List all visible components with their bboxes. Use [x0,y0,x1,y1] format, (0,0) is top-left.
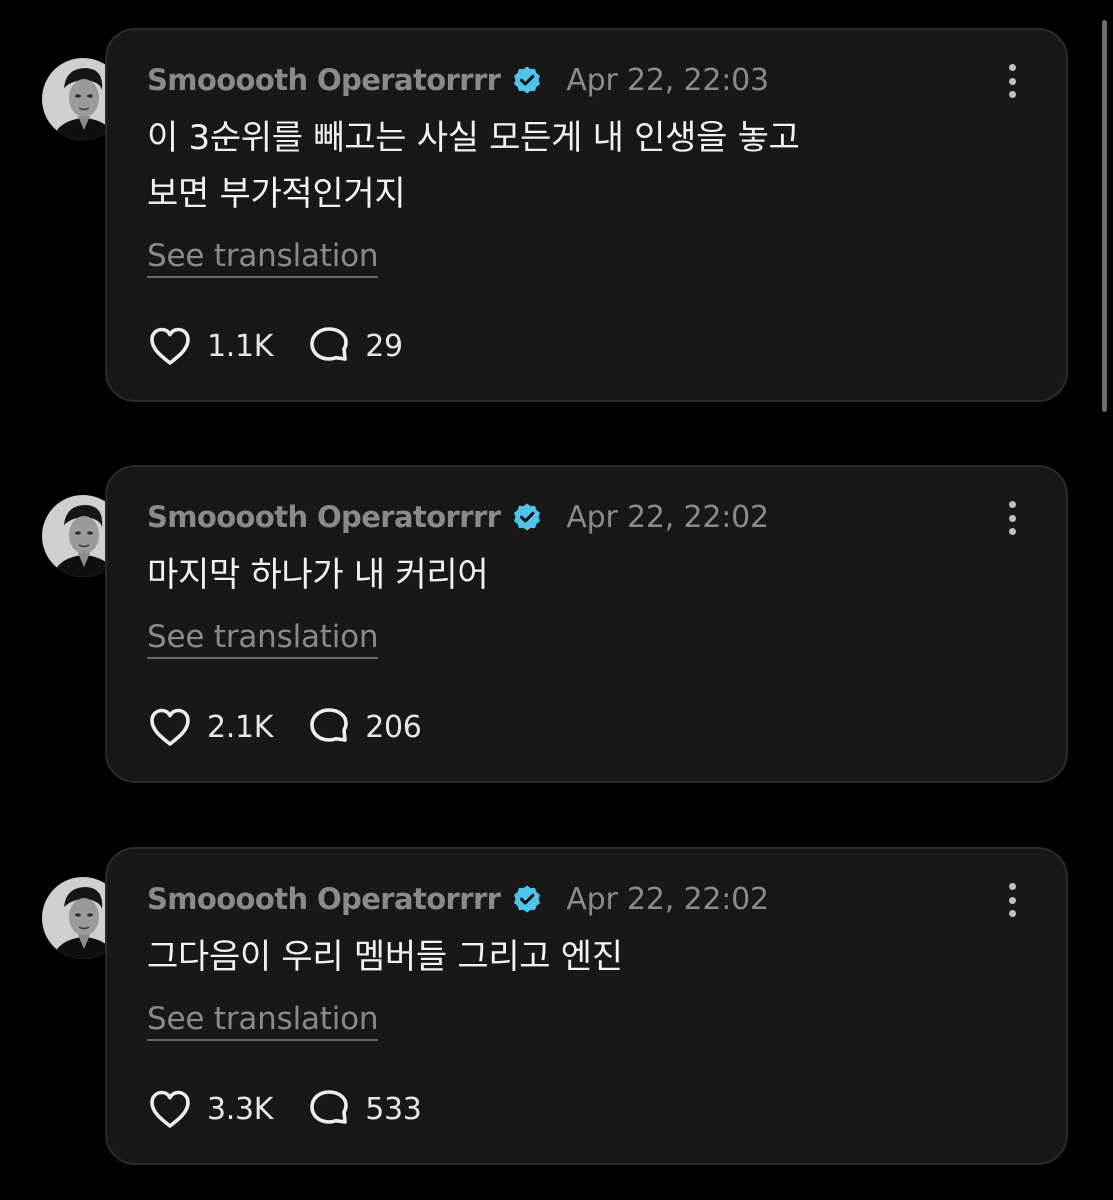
post-card: Smooooth Operatorrrr Apr 22, 22:03 이 3순위… [105,28,1068,402]
timestamp: Apr 22, 22:02 [566,881,769,917]
post-text: 그다음이 우리 멤버들 그리고 엔진 [147,937,623,977]
verified-badge-icon [512,884,542,914]
reply-count: 29 [365,328,403,364]
post-card: Smooooth Operatorrrr Apr 22, 22:02 그다음이 … [105,847,1068,1165]
heart-icon [147,706,193,748]
more-options-icon[interactable] [1002,883,1022,917]
like-button[interactable]: 1.1K [147,325,273,367]
post-header: Smooooth Operatorrrr Apr 22, 22:02 [147,497,769,537]
see-translation-link[interactable]: See translation [147,1001,379,1041]
post-header: Smooooth Operatorrrr Apr 22, 22:03 [147,60,769,100]
verified-badge-icon [512,502,542,532]
reply-button[interactable]: 29 [307,325,403,367]
username[interactable]: Smooooth Operatorrrr [147,882,501,916]
post-actions: 1.1K 29 [147,324,403,368]
see-translation-link[interactable]: See translation [147,238,379,278]
post-card: Smooooth Operatorrrr Apr 22, 22:02 마지막 하… [105,465,1068,783]
reply-button[interactable]: 206 [307,706,422,748]
comment-icon [307,325,351,367]
post-actions: 3.3K 533 [147,1087,422,1131]
like-button[interactable]: 3.3K [147,1088,273,1130]
verified-badge-icon [512,65,542,95]
see-translation-link[interactable]: See translation [147,619,379,659]
like-count: 1.1K [207,328,274,364]
post-actions: 2.1K 206 [147,705,422,749]
reply-button[interactable]: 533 [307,1088,422,1130]
username[interactable]: Smooooth Operatorrrr [147,500,501,534]
post-text: 이 3순위를 빼고는 사실 모든게 내 인생을 놓고 보면 부가적인거지 [147,118,800,214]
more-options-icon[interactable] [1002,64,1022,98]
like-button[interactable]: 2.1K [147,706,273,748]
like-count: 3.3K [207,1091,274,1127]
timestamp: Apr 22, 22:02 [566,499,769,535]
timestamp: Apr 22, 22:03 [566,62,769,98]
heart-icon [147,325,193,367]
post-header: Smooooth Operatorrrr Apr 22, 22:02 [147,879,769,919]
comment-icon [307,706,351,748]
heart-icon [147,1088,193,1130]
reply-count: 206 [365,709,422,745]
thread-feed: Smooooth Operatorrrr Apr 22, 22:03 이 3순위… [0,0,1113,1200]
reply-count: 533 [365,1091,422,1127]
post-text: 마지막 하나가 내 커리어 [147,555,489,595]
like-count: 2.1K [207,709,274,745]
more-options-icon[interactable] [1002,501,1022,535]
comment-icon [307,1088,351,1130]
scrollbar[interactable] [1102,20,1107,412]
username[interactable]: Smooooth Operatorrrr [147,63,501,97]
